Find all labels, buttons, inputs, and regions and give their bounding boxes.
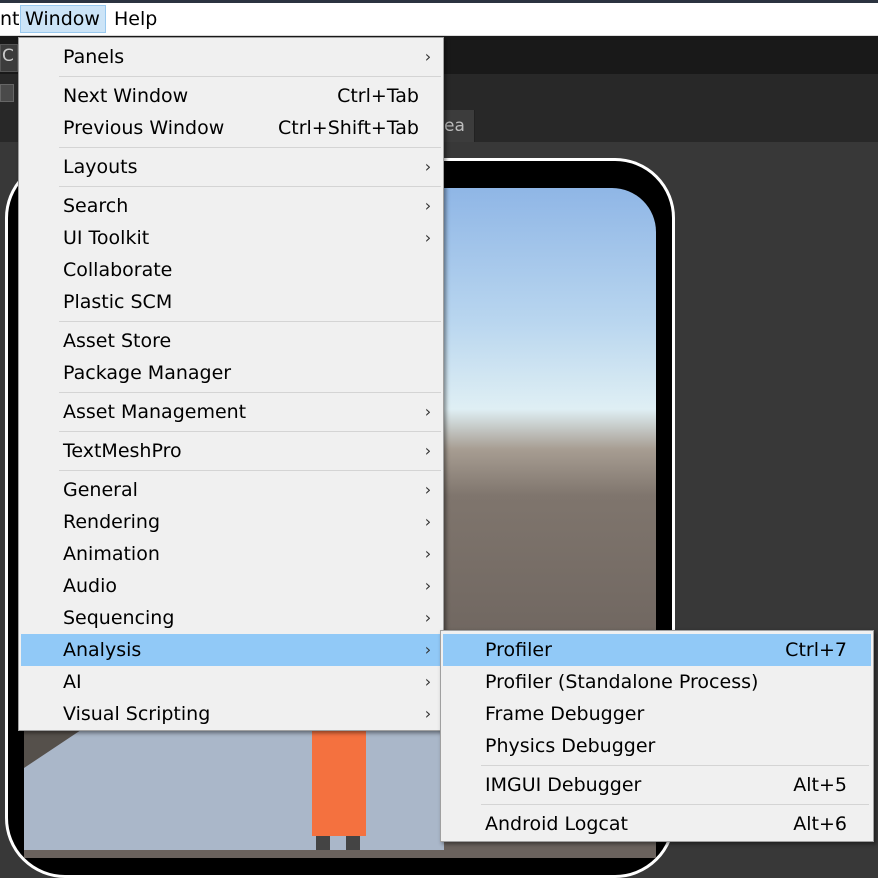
chevron-right-icon: › (424, 441, 432, 460)
menu-item-label: IMGUI Debugger (485, 774, 642, 796)
menu-item-audio[interactable]: Audio › (21, 570, 441, 602)
menu-item-label: Frame Debugger (485, 703, 645, 725)
scene-ground (24, 728, 444, 850)
chevron-right-icon: › (424, 196, 432, 215)
character-leg-left (316, 836, 330, 850)
menu-item-previous-window[interactable]: Previous Window Ctrl+Shift+Tab (21, 112, 441, 144)
chevron-right-icon: › (424, 640, 432, 659)
menu-item-next-window[interactable]: Next Window Ctrl+Tab (21, 80, 441, 112)
menu-item-label: Panels (63, 46, 125, 68)
menu-separator (481, 804, 869, 805)
menubar-item-window[interactable]: Window (20, 5, 106, 33)
menu-item-frame-debugger[interactable]: Frame Debugger (443, 698, 871, 730)
menu-item-rendering[interactable]: Rendering › (21, 506, 441, 538)
menu-item-physics-debugger[interactable]: Physics Debugger (443, 730, 871, 762)
tab-partial-label: ea (444, 116, 465, 136)
menu-item-sequencing[interactable]: Sequencing › (21, 602, 441, 634)
menu-item-label: Asset Management (63, 401, 247, 423)
analysis-submenu: Profiler Ctrl+7 Profiler (Standalone Proce… (440, 630, 874, 842)
menu-item-label: Package Manager (63, 362, 232, 384)
menu-item-label: Collaborate (63, 259, 173, 281)
chevron-right-icon: › (424, 608, 432, 627)
menu-item-shortcut: Ctrl+7 (785, 639, 847, 661)
chevron-right-icon: › (424, 576, 432, 595)
chevron-right-icon: › (424, 47, 432, 66)
menu-item-package-manager[interactable]: Package Manager (21, 357, 441, 389)
tab-partial[interactable]: ea (444, 110, 475, 142)
menu-separator (59, 392, 441, 393)
menu-item-imgui-debugger[interactable]: IMGUI Debugger Alt+5 (443, 769, 871, 801)
menu-item-label: AI (63, 671, 82, 693)
chevron-right-icon: › (424, 704, 432, 723)
menu-item-label: Profiler (Standalone Process) (485, 671, 759, 693)
menu-item-profiler[interactable]: Profiler Ctrl+7 (443, 634, 871, 666)
menu-item-label: Search (63, 195, 129, 217)
menu-item-shortcut: Alt+6 (793, 813, 847, 835)
menu-item-label: Visual Scripting (63, 703, 211, 725)
menu-item-asset-management[interactable]: Asset Management › (21, 396, 441, 428)
menu-item-search[interactable]: Search › (21, 190, 441, 222)
chevron-right-icon: › (424, 672, 432, 691)
menu-separator (59, 470, 441, 471)
chevron-right-icon: › (424, 228, 432, 247)
menu-item-android-logcat[interactable]: Android Logcat Alt+6 (443, 808, 871, 840)
window-menu: Panels › Next Window Ctrl+Tab Previous Windo… (18, 37, 444, 731)
menu-item-label: Animation (63, 543, 160, 565)
tab-icon-partial[interactable] (0, 84, 14, 102)
scene-character (312, 730, 366, 836)
chevron-right-icon: › (424, 402, 432, 421)
character-leg-right (346, 836, 360, 850)
menu-item-label: Rendering (63, 511, 161, 533)
menu-item-label: Android Logcat (485, 813, 628, 835)
menu-item-label: Audio (63, 575, 118, 597)
menu-item-label: Next Window (63, 85, 189, 107)
menu-separator (59, 321, 441, 322)
menu-item-layouts[interactable]: Layouts › (21, 151, 441, 183)
chevron-right-icon: › (424, 544, 432, 563)
menu-item-label: Previous Window (63, 117, 225, 139)
menu-separator (481, 765, 869, 766)
menu-item-label: Plastic SCM (63, 291, 173, 313)
menu-item-label: Analysis (63, 639, 142, 661)
menu-item-plastic-scm[interactable]: Plastic SCM (21, 286, 441, 318)
menu-item-label: TextMeshPro (63, 440, 182, 462)
menu-item-analysis[interactable]: Analysis › (21, 634, 441, 666)
menu-separator (59, 147, 441, 148)
menu-item-textmeshpro[interactable]: TextMeshPro › (21, 435, 441, 467)
menu-separator (59, 431, 441, 432)
menu-item-ai[interactable]: AI › (21, 666, 441, 698)
menu-item-general[interactable]: General › (21, 474, 441, 506)
menu-item-shortcut: Ctrl+Shift+Tab (278, 117, 419, 139)
menu-item-animation[interactable]: Animation › (21, 538, 441, 570)
menu-item-shortcut: Ctrl+Tab (337, 85, 419, 107)
menu-item-label: Asset Store (63, 330, 172, 352)
menu-item-profiler-standalone-process[interactable]: Profiler (Standalone Process) (443, 666, 871, 698)
menu-item-label: Profiler (485, 639, 552, 661)
menu-item-label: General (63, 479, 138, 501)
chevron-right-icon: › (424, 512, 432, 531)
chevron-right-icon: › (424, 157, 432, 176)
menu-item-shortcut: Alt+5 (793, 774, 847, 796)
menu-item-label: Physics Debugger (485, 735, 656, 757)
menu-item-visual-scripting[interactable]: Visual Scripting › (21, 698, 441, 730)
menubar: nt Window Help (0, 3, 878, 36)
menu-separator (59, 186, 441, 187)
toolbar-fragment-text: C (2, 46, 14, 66)
menu-item-label: Sequencing (63, 607, 175, 629)
chevron-right-icon: › (424, 480, 432, 499)
menu-item-label: UI Toolkit (63, 227, 150, 249)
menubar-item-help[interactable]: Help (110, 5, 161, 33)
menu-item-ui-toolkit[interactable]: UI Toolkit › (21, 222, 441, 254)
menu-item-panels[interactable]: Panels › (21, 41, 441, 73)
menu-separator (59, 76, 441, 77)
menu-item-label: Layouts (63, 156, 138, 178)
menu-item-collaborate[interactable]: Collaborate (21, 254, 441, 286)
menu-item-asset-store[interactable]: Asset Store (21, 325, 441, 357)
